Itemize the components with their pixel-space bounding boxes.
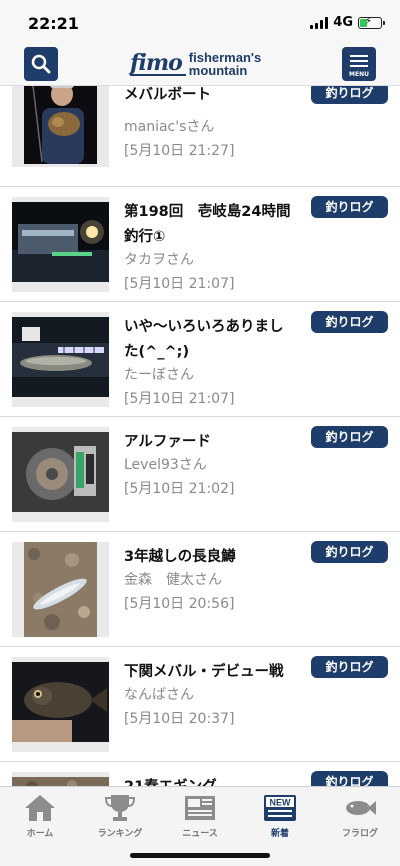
tab-label: ホーム [26, 829, 54, 839]
menu-label: MENU [349, 71, 369, 78]
category-tag[interactable]: 釣りログ [311, 656, 388, 678]
list-item[interactable]: 21春エギング 釣りログ [0, 762, 400, 786]
post-author: なんばさん [124, 687, 194, 703]
tab-label: ニュース [182, 829, 218, 839]
post-thumbnail [12, 542, 109, 637]
post-thumbnail [12, 772, 109, 786]
post-author: たーぼさん [124, 367, 194, 383]
new-badge-text: NEW [270, 798, 292, 808]
home-indicator[interactable] [130, 853, 270, 858]
status-time: 22:21 [28, 14, 79, 33]
category-tag[interactable]: 釣りログ [311, 426, 388, 448]
post-author: Level93さん [124, 457, 207, 473]
post-title[interactable]: アルファード [124, 430, 294, 455]
tab-new[interactable]: NEW 新着 [240, 791, 320, 841]
post-author: 金森 健太さん [124, 572, 222, 588]
post-thumbnail [12, 197, 109, 292]
post-title[interactable]: 下関メバル・デビュー戦 [124, 660, 294, 685]
post-title[interactable]: 第198回 壱岐島24時間釣行① [124, 200, 294, 250]
tab-home[interactable]: ホーム [0, 791, 80, 841]
post-date: [5月10日 21:07] [124, 391, 235, 407]
battery-icon: ⚡ [358, 16, 385, 29]
post-date: [5月10日 20:37] [124, 711, 235, 727]
brand-name: fisherman's mountain [189, 51, 261, 77]
post-date: [5月10日 21:07] [124, 276, 235, 292]
fimo-logo: fimo [130, 52, 186, 76]
list-item[interactable]: 第198回 壱岐島24時間釣行① タカヲさん [5月10日 21:07] 釣りロ… [0, 187, 400, 302]
network-type: 4G [333, 15, 353, 30]
post-thumbnail [12, 312, 109, 407]
newspaper-icon [185, 796, 215, 820]
brand-logo[interactable]: fimo fisherman's mountain [130, 47, 261, 81]
app-header: fimo fisherman's mountain MENU [0, 44, 400, 86]
new-icon: NEW [264, 795, 296, 821]
rock-shore-photo [12, 777, 109, 786]
trophy-icon [104, 795, 136, 821]
category-tag[interactable]: 釣りログ [311, 196, 388, 218]
post-title[interactable]: いや〜いろいろありました(^_^;) [124, 315, 294, 365]
angler-with-fish-photo [24, 86, 97, 164]
car-wheel-photo [12, 432, 109, 512]
home-icon [25, 795, 55, 821]
menu-button[interactable]: MENU [342, 47, 376, 81]
post-title[interactable]: 21春エギング [124, 775, 294, 786]
signal-icon [310, 17, 329, 29]
category-tag[interactable]: 釣りログ [311, 771, 388, 786]
post-thumbnail [12, 427, 109, 522]
list-item[interactable]: 下関メバル・デビュー戦 なんばさん [5月10日 20:37] 釣りログ [0, 647, 400, 762]
status-bar: 22:21 4G ⚡ [0, 0, 400, 44]
search-button[interactable] [24, 47, 58, 81]
category-tag[interactable]: 釣りログ [311, 541, 388, 563]
post-title[interactable]: 3年越しの長良鱒 [124, 545, 294, 570]
tab-label: ランキング [97, 829, 143, 839]
tab-label: 新着 [270, 829, 289, 839]
fish-icon [346, 801, 376, 815]
tab-label: フラログ [341, 829, 378, 839]
search-icon [31, 54, 51, 74]
trout-on-gravel-photo [24, 542, 97, 637]
post-date: [5月10日 21:27] [124, 143, 235, 159]
post-author: タカヲさん [124, 252, 194, 268]
bottom-tab-bar: ホーム ランキング ニュース NEW 新着 フラログ [0, 786, 400, 866]
post-thumbnail [12, 657, 109, 752]
rockfish-photo [12, 662, 109, 742]
category-tag[interactable]: 釣りログ [311, 311, 388, 333]
post-date: [5月10日 21:02] [124, 481, 235, 497]
tab-ranking[interactable]: ランキング [80, 791, 160, 841]
post-date: [5月10日 20:56] [124, 596, 235, 612]
list-item[interactable]: アルファード Level93さん [5月10日 21:02] 釣りログ [0, 417, 400, 532]
list-item[interactable]: いや〜いろいろありました(^_^;) たーぼさん [5月10日 21:07] 釣… [0, 302, 400, 417]
charging-bolt-icon: ⚡ [365, 16, 373, 27]
brand-line-2: mountain [188, 63, 248, 78]
post-author: maniac'sさん [124, 119, 215, 135]
fish-on-ruler-photo [12, 317, 109, 397]
category-tag[interactable]: 釣りログ [311, 86, 388, 104]
night-boat-photo [12, 202, 109, 282]
tab-news[interactable]: ニュース [160, 791, 240, 841]
post-thumbnail [12, 86, 109, 167]
post-title[interactable]: メバルボート [124, 86, 294, 108]
hamburger-icon [350, 55, 368, 70]
tab-fishlog[interactable]: フラログ [320, 791, 400, 841]
status-indicators: 4G ⚡ [310, 15, 385, 30]
feed-list[interactable]: メバルボート maniac'sさん [5月10日 21:27] 釣りログ 第19… [0, 86, 400, 786]
list-item[interactable]: 3年越しの長良鱒 金森 健太さん [5月10日 20:56] 釣りログ [0, 532, 400, 647]
list-item[interactable]: メバルボート maniac'sさん [5月10日 21:27] 釣りログ [0, 86, 400, 187]
